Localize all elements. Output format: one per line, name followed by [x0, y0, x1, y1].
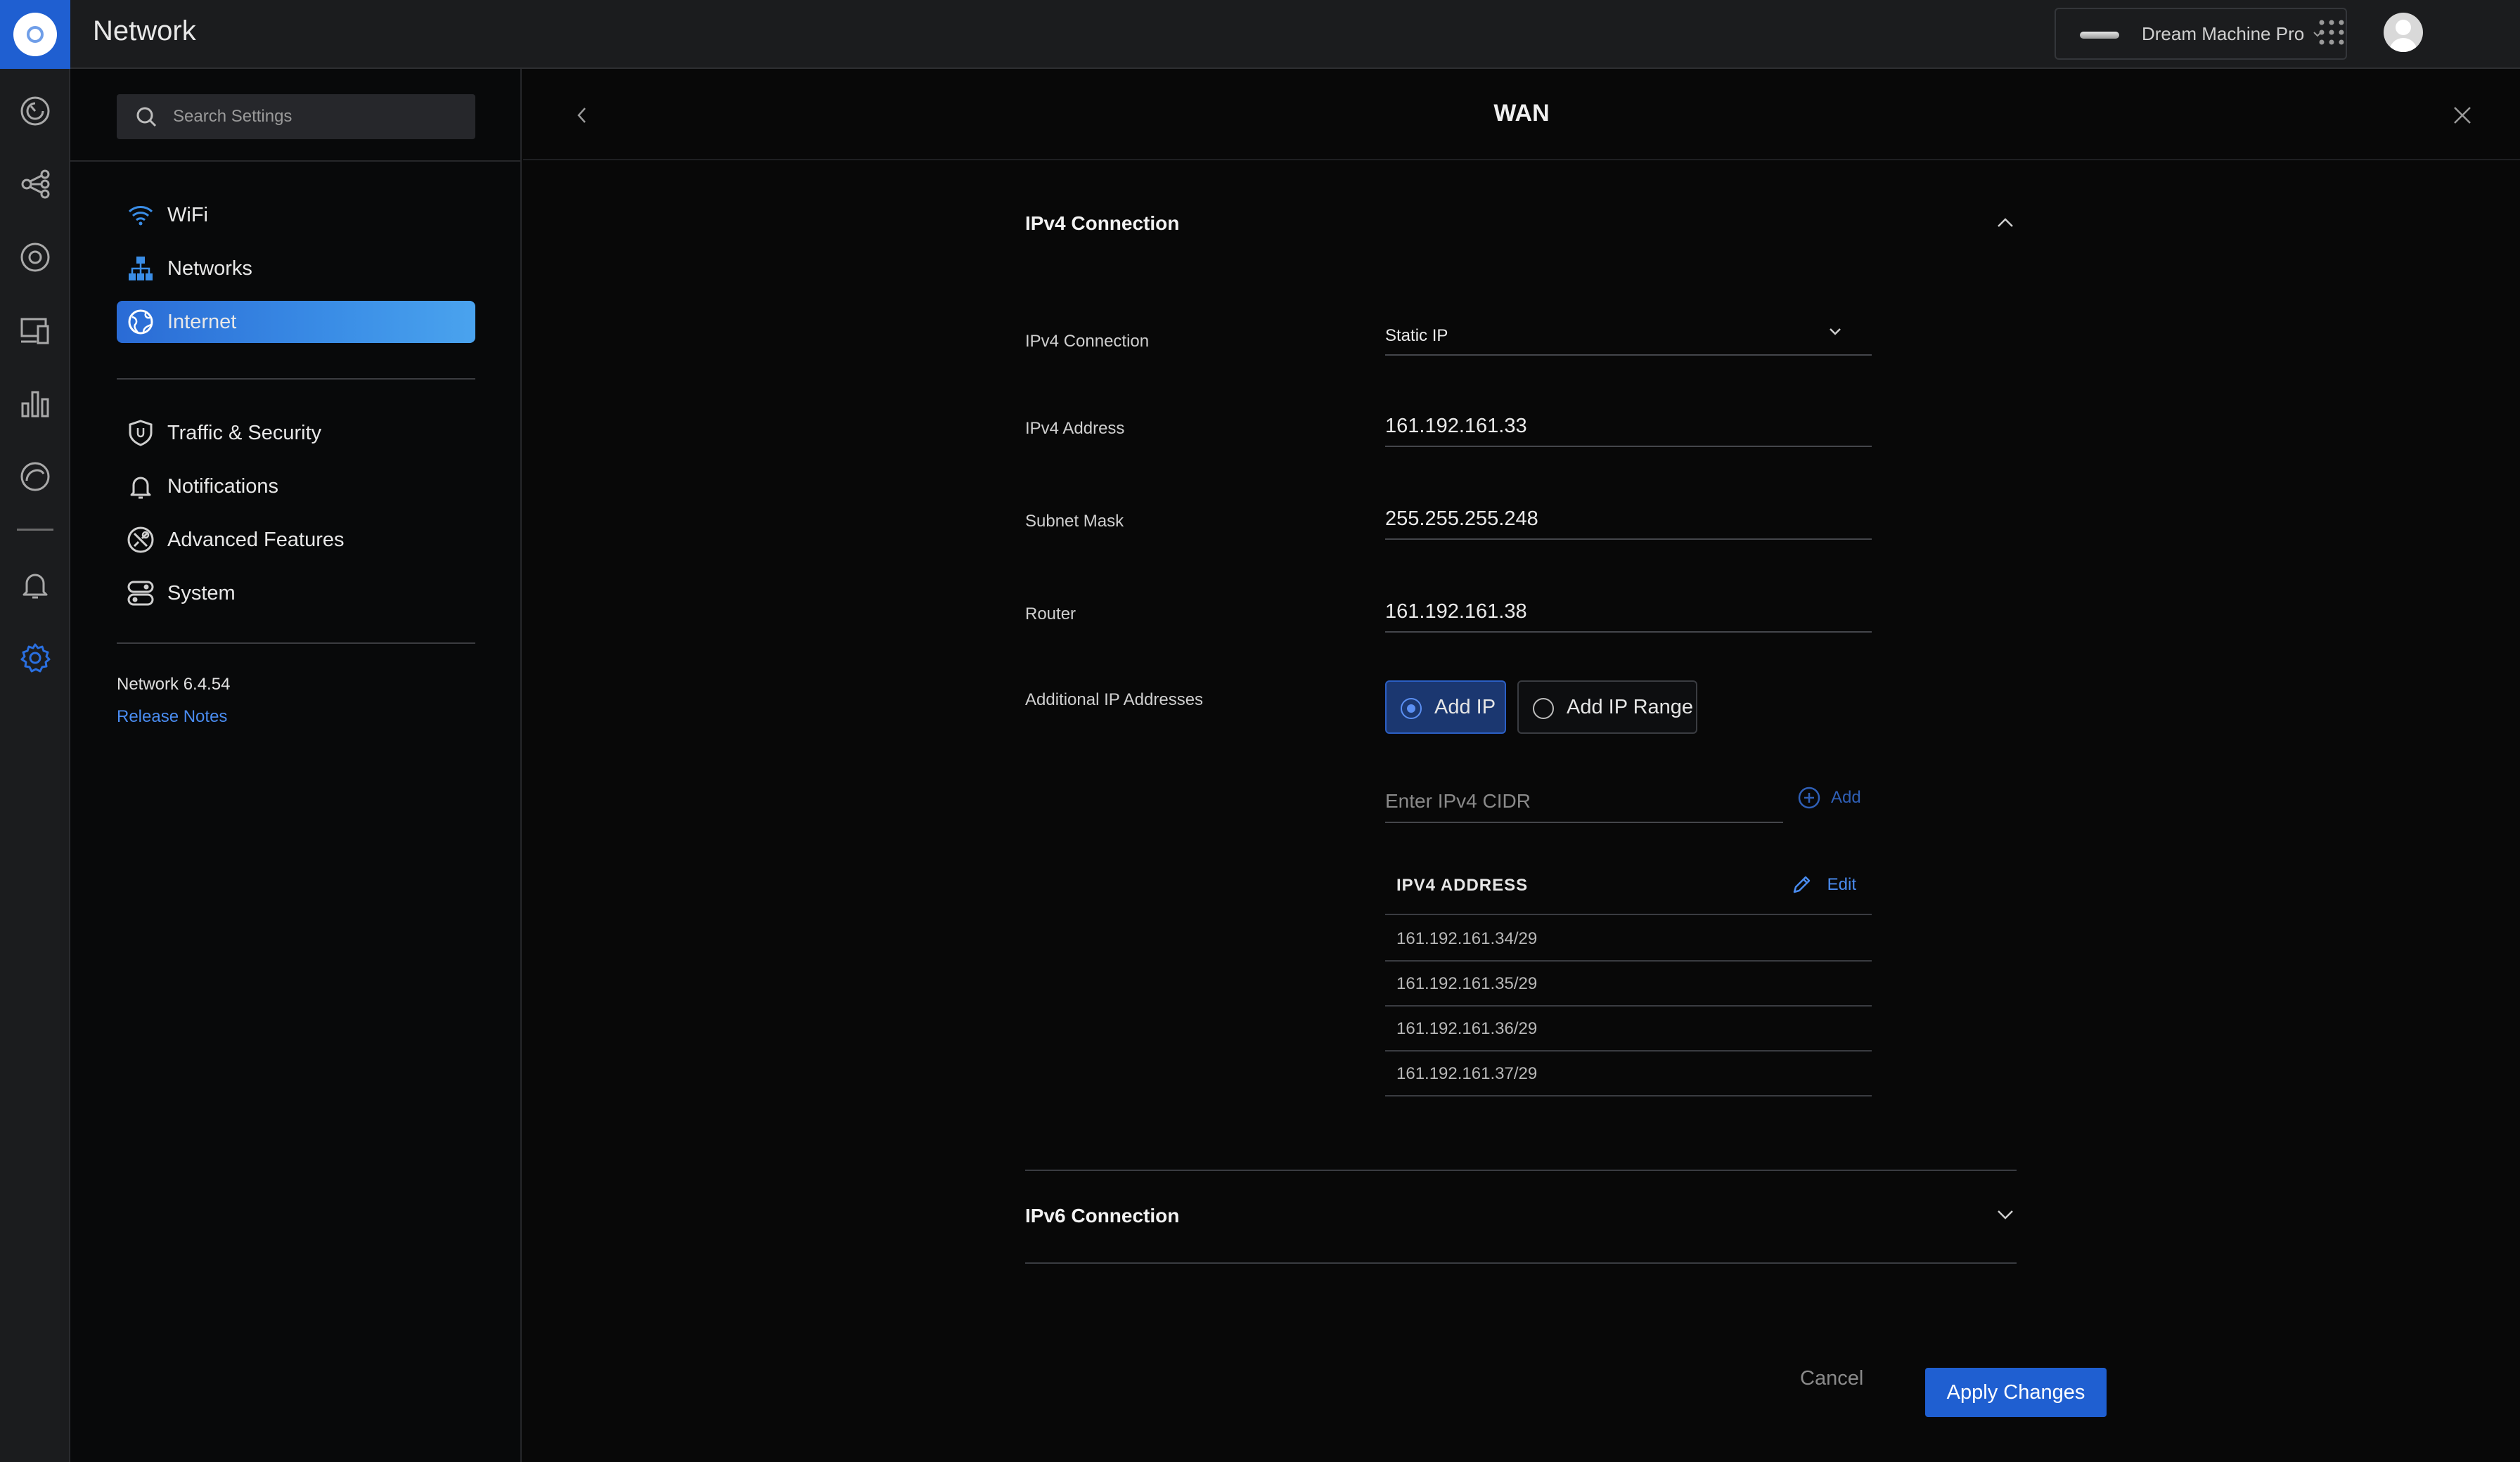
shield-icon [125, 418, 156, 448]
sidebar-item-wifi[interactable]: WiFi [117, 194, 475, 236]
dashboard-icon[interactable] [17, 93, 53, 129]
search-box[interactable] [117, 94, 475, 139]
panel-title: WAN [1493, 100, 1550, 127]
devices-icon[interactable] [17, 239, 53, 276]
ipv4-connection-label: IPv4 Connection [1025, 332, 1150, 351]
sidebar-item-label: Internet [167, 311, 237, 333]
ip-address-cell: 161.192.161.37/29 [1396, 1064, 1538, 1083]
app-title: Network [93, 15, 196, 46]
ip-address-cell: 161.192.161.34/29 [1396, 929, 1538, 948]
edit-button[interactable]: Edit [1791, 874, 1856, 895]
topology-icon[interactable] [17, 166, 53, 202]
plus-circle-icon [1797, 786, 1821, 810]
sidebar-item-label: System [167, 582, 236, 604]
chevron-down-icon[interactable] [1993, 1205, 2018, 1224]
close-icon[interactable] [2451, 104, 2474, 127]
sidebar-item-label: Notifications [167, 475, 278, 498]
add-ip-range-label: Add IP Range [1567, 696, 1694, 718]
sidebar-item-label: WiFi [167, 204, 208, 226]
router-field[interactable]: 161.192.161.38 [1385, 597, 1872, 633]
ipv6-section-title[interactable]: IPv6 Connection [1025, 1205, 1179, 1227]
sidebar-item-notifications[interactable]: Notifications [117, 465, 475, 507]
release-notes-link[interactable]: Release Notes [117, 707, 227, 727]
tools-icon [125, 524, 156, 555]
wifi-icon [125, 200, 156, 231]
ipv4-address-label: IPv4 Address [1025, 419, 1125, 438]
table-row: 161.192.161.34/29 [1385, 917, 1872, 962]
settings-gear-icon[interactable] [17, 640, 53, 676]
table-row: 161.192.161.37/29 [1385, 1052, 1872, 1096]
add-ip-label: Add IP [1434, 696, 1496, 718]
sidebar-item-label: Advanced Features [167, 529, 345, 551]
ip-address-cell: 161.192.161.35/29 [1396, 974, 1538, 993]
additional-ip-label: Additional IP Addresses [1025, 690, 1204, 709]
wan-settings-panel: WAN IPv4 Connection IPv4 Connection Stat… [523, 69, 2520, 1462]
router-label: Router [1025, 604, 1076, 623]
router-value: 161.192.161.38 [1385, 600, 1527, 623]
device-icon [2080, 32, 2119, 39]
apply-changes-button[interactable]: Apply Changes [1925, 1368, 2107, 1417]
sidebar-divider [117, 378, 475, 380]
ipv4-connection-select[interactable]: Static IP [1385, 321, 1872, 356]
search-icon [135, 105, 158, 128]
search-input[interactable] [172, 94, 467, 139]
edit-label: Edit [1827, 875, 1856, 894]
add-ip-option[interactable]: Add IP [1385, 680, 1506, 734]
subnet-mask-value: 255.255.255.248 [1385, 507, 1538, 530]
sidebar-item-label: Traffic & Security [167, 422, 322, 444]
ipv4-connection-value: Static IP [1385, 326, 1448, 345]
subnet-mask-field[interactable]: 255.255.255.248 [1385, 505, 1872, 540]
add-ip-range-option[interactable]: Add IP Range [1517, 680, 1697, 734]
ipv4-address-value: 161.192.161.33 [1385, 415, 1527, 437]
radio-unselected [1533, 698, 1554, 719]
network-topology-icon [125, 253, 156, 284]
apps-grid-icon[interactable] [2318, 18, 2346, 46]
ip-column-header: IPV4 ADDRESS [1396, 876, 1529, 895]
sidebar-item-internet[interactable]: Internet [117, 301, 475, 343]
ipv4-section-title: IPv4 Connection [1025, 212, 1180, 234]
user-avatar[interactable] [2384, 13, 2423, 52]
section-divider [1025, 1262, 2017, 1264]
pencil-icon [1791, 874, 1812, 895]
add-label: Add [1831, 788, 1861, 807]
cidr-input[interactable] [1385, 781, 1783, 823]
clients-icon[interactable] [17, 312, 53, 349]
ip-table-header: IPV4 ADDRESS Edit [1385, 856, 1872, 915]
sidebar-item-label: Networks [167, 257, 252, 280]
subnet-mask-label: Subnet Mask [1025, 512, 1124, 531]
rail-divider [17, 529, 53, 531]
sidebar-item-advanced-features[interactable]: Advanced Features [117, 519, 475, 561]
ipv4-address-field[interactable]: 161.192.161.33 [1385, 412, 1872, 447]
table-row: 161.192.161.35/29 [1385, 962, 1872, 1007]
version-label: Network 6.4.54 [117, 675, 231, 694]
device-selector[interactable]: Dream Machine Pro [2055, 8, 2347, 60]
sidebar-item-networks[interactable]: Networks [117, 247, 475, 290]
settings-sidebar: WiFi Networks Internet Traffic & Securit… [70, 69, 522, 1462]
top-bar: Network Dream Machine Pro [70, 0, 2520, 69]
app-rail [0, 0, 70, 1462]
add-cidr-button[interactable]: Add [1797, 786, 1861, 810]
table-row: 161.192.161.36/29 [1385, 1007, 1872, 1052]
sidebar-top-divider [70, 160, 520, 162]
ubiquiti-logo-icon[interactable] [0, 0, 70, 69]
chevron-up-icon[interactable] [1993, 212, 2018, 232]
globe-icon [125, 306, 156, 337]
chevron-down-icon [1827, 325, 1844, 339]
insights-icon[interactable] [17, 458, 53, 495]
ip-address-cell: 161.192.161.36/29 [1396, 1019, 1538, 1038]
sidebar-item-system[interactable]: System [117, 572, 475, 614]
radio-selected [1401, 698, 1422, 719]
bell-icon [125, 471, 156, 502]
toggles-icon [125, 578, 156, 609]
statistics-icon[interactable] [17, 385, 53, 422]
device-name: Dream Machine Pro [2142, 23, 2305, 44]
sidebar-divider [117, 642, 475, 644]
panel-header: WAN [523, 69, 2520, 160]
section-divider [1025, 1170, 2017, 1171]
cancel-button[interactable]: Cancel [1796, 1366, 1868, 1391]
sidebar-item-traffic-security[interactable]: Traffic & Security [117, 412, 475, 454]
alerts-bell-icon[interactable] [17, 567, 53, 603]
